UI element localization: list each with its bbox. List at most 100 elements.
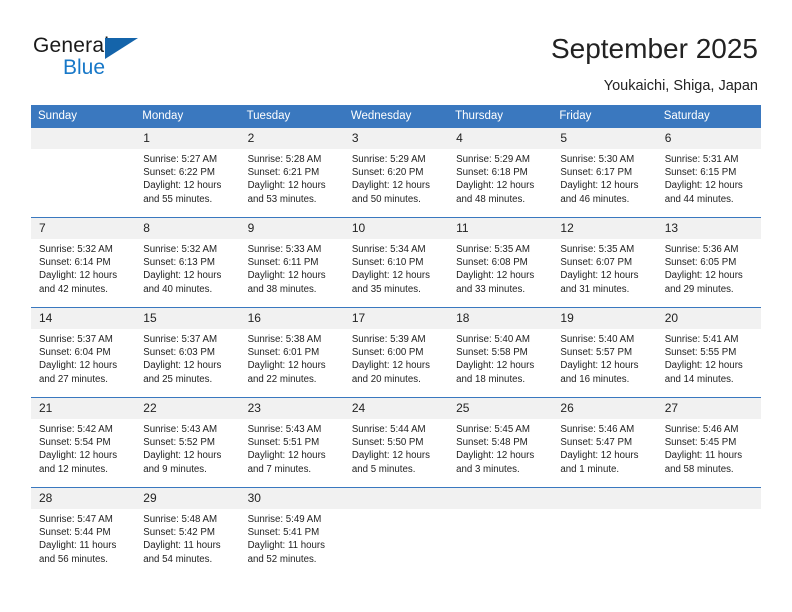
calendar-day-cell[interactable]: 24 Sunrise: 5:44 AM Sunset: 5:50 PM Dayligh… — [343, 397, 449, 488]
sunset-text: Sunset: 5:51 PM — [247, 437, 320, 449]
day-sun-info: Sunrise: 5:29 AM Sunset: 6:20 PM Daylight:… — [344, 149, 448, 206]
calendar-day-cell[interactable]: 2 Sunrise: 5:28 AM Sunset: 6:21 PM Daylight… — [239, 128, 344, 218]
day-number: 10 — [343, 218, 449, 239]
general-blue-logo[interactable]: General Blue — [33, 34, 153, 86]
day-number — [656, 488, 761, 509]
calendar-day-cell[interactable]: 27 Sunrise: 5:46 AM Sunset: 5:45 PM Dayligh… — [656, 397, 761, 488]
calendar-day-cell[interactable]: 1 Sunrise: 5:27 AM Sunset: 6:22 PM Daylight… — [135, 128, 240, 218]
daylight-text-cont: and 14 minutes. — [664, 373, 734, 385]
day-sun-info: Sunrise: 5:46 AM Sunset: 5:45 PM Daylight:… — [657, 419, 761, 476]
calendar-day-cell[interactable]: 8 Sunrise: 5:32 AM Sunset: 6:13 PM Daylight… — [135, 217, 240, 308]
daylight-text-cont: and 18 minutes. — [456, 373, 526, 385]
calendar-day-cell[interactable]: 21 Sunrise: 5:42 AM Sunset: 5:54 PM Dayligh… — [31, 397, 136, 488]
calendar-day-cell[interactable]: 16 Sunrise: 5:38 AM Sunset: 6:01 PM Dayligh… — [239, 307, 344, 398]
sunrise-text: Sunrise: 5:45 AM — [456, 424, 530, 435]
page-header: General Blue September 2025 Youkaichi, S… — [0, 0, 792, 105]
calendar-day-cell[interactable]: 15 Sunrise: 5:37 AM Sunset: 6:03 PM Dayligh… — [135, 307, 240, 398]
daylight-text-cont: and 54 minutes. — [143, 553, 213, 565]
day-sun-info: Sunrise: 5:33 AM Sunset: 6:11 PM Daylight:… — [240, 239, 344, 296]
daylight-text-cont: and 3 minutes. — [456, 463, 520, 475]
sunrise-text: Sunrise: 5:39 AM — [351, 334, 426, 345]
daylight-text-cont: and 16 minutes. — [560, 373, 630, 385]
sunset-text: Sunset: 5:50 PM — [351, 437, 424, 449]
daylight-text-cont: and 58 minutes. — [664, 463, 734, 475]
daylight-text-cont: and 29 minutes. — [664, 283, 734, 295]
daylight-text-cont: and 33 minutes. — [456, 283, 526, 295]
calendar-day-cell[interactable]: 10 Sunrise: 5:34 AM Sunset: 6:10 PM Dayligh… — [343, 217, 449, 308]
calendar-day-cell[interactable]: 4 Sunrise: 5:29 AM Sunset: 6:18 PM Daylight… — [448, 128, 553, 218]
calendar-page: General Blue September 2025 Youkaichi, S… — [0, 0, 792, 612]
sunset-text: Sunset: 6:10 PM — [351, 257, 424, 269]
calendar-day-cell[interactable]: 18 Sunrise: 5:40 AM Sunset: 5:58 PM Dayligh… — [448, 307, 553, 398]
daylight-text: Daylight: 12 hours — [39, 450, 118, 462]
calendar-table: Sunday Monday Tuesday Wednesday Thursday Frid… — [31, 105, 761, 577]
daylight-text-cont: and 38 minutes. — [247, 283, 317, 295]
sunset-text: Sunset: 5:58 PM — [456, 347, 528, 359]
daylight-text-cont: and 48 minutes. — [456, 193, 526, 205]
day-sun-info: Sunrise: 5:31 AM Sunset: 6:15 PM Daylight:… — [657, 149, 761, 206]
daylight-text-cont: and 7 minutes. — [247, 463, 312, 475]
day-number: 25 — [448, 398, 553, 419]
sunrise-text: Sunrise: 5:32 AM — [39, 244, 113, 255]
sunrise-text: Sunrise: 5:37 AM — [143, 334, 218, 345]
sunrise-text: Sunrise: 5:42 AM — [39, 424, 113, 435]
daylight-text: Daylight: 12 hours — [351, 360, 430, 372]
calendar-day-cell[interactable]: 13 Sunrise: 5:36 AM Sunset: 6:05 PM Dayligh… — [656, 217, 761, 308]
calendar-day-cell[interactable]: 25 Sunrise: 5:45 AM Sunset: 5:48 PM Dayligh… — [448, 397, 553, 488]
calendar-day-cell[interactable]: 6 Sunrise: 5:31 AM Sunset: 6:15 PM Daylight… — [656, 128, 761, 218]
daylight-text: Daylight: 11 hours — [247, 540, 325, 552]
calendar-day-cell-empty — [448, 487, 553, 577]
calendar-day-cell[interactable]: 29 Sunrise: 5:48 AM Sunset: 5:42 PM Dayligh… — [135, 487, 240, 577]
daylight-text: Daylight: 12 hours — [456, 360, 535, 372]
calendar-day-cell[interactable]: 17 Sunrise: 5:39 AM Sunset: 6:00 PM Dayligh… — [343, 307, 449, 398]
day-number: 26 — [552, 398, 657, 419]
sunrise-text: Sunrise: 5:48 AM — [143, 514, 218, 525]
daylight-text: Daylight: 12 hours — [664, 270, 743, 282]
day-number: 21 — [31, 398, 136, 419]
sunrise-text: Sunrise: 5:29 AM — [351, 154, 426, 165]
sunset-text: Sunset: 6:03 PM — [143, 347, 215, 359]
sunset-text: Sunset: 6:04 PM — [39, 347, 111, 359]
daylight-text: Daylight: 12 hours — [560, 360, 639, 372]
calendar-day-cell[interactable]: 14 Sunrise: 5:37 AM Sunset: 6:04 PM Dayligh… — [31, 307, 136, 398]
sunset-text: Sunset: 6:01 PM — [247, 347, 320, 359]
logo-text-general: General — [33, 34, 110, 57]
sunset-text: Sunset: 5:44 PM — [39, 527, 111, 539]
calendar-day-cell[interactable]: 22 Sunrise: 5:43 AM Sunset: 5:52 PM Dayligh… — [135, 397, 240, 488]
calendar-day-cell[interactable]: 9 Sunrise: 5:33 AM Sunset: 6:11 PM Daylight… — [239, 217, 344, 308]
sunset-text: Sunset: 6:07 PM — [560, 257, 633, 269]
calendar-day-cell[interactable]: 12 Sunrise: 5:35 AM Sunset: 6:07 PM Dayligh… — [552, 217, 657, 308]
calendar-day-cell[interactable]: 30 Sunrise: 5:49 AM Sunset: 5:41 PM Dayligh… — [239, 487, 344, 577]
calendar-week-row: 14 Sunrise: 5:37 AM Sunset: 6:04 PM Dayligh… — [31, 307, 761, 398]
day-sun-info: Sunrise: 5:29 AM Sunset: 6:18 PM Daylight:… — [448, 149, 552, 206]
calendar-day-cell[interactable]: 7 Sunrise: 5:32 AM Sunset: 6:14 PM Daylight… — [31, 217, 136, 308]
calendar-day-cell[interactable]: 23 Sunrise: 5:43 AM Sunset: 5:51 PM Dayligh… — [239, 397, 344, 488]
day-number: 11 — [448, 218, 553, 239]
calendar-day-cell[interactable]: 26 Sunrise: 5:46 AM Sunset: 5:47 PM Dayligh… — [552, 397, 657, 488]
calendar-day-cell[interactable]: 5 Sunrise: 5:30 AM Sunset: 6:17 PM Daylight… — [552, 128, 657, 218]
sunrise-text: Sunrise: 5:40 AM — [456, 334, 530, 345]
calendar-day-cell[interactable]: 20 Sunrise: 5:41 AM Sunset: 5:55 PM Dayligh… — [656, 307, 761, 398]
calendar-day-cell[interactable]: 3 Sunrise: 5:29 AM Sunset: 6:20 PM Daylight… — [343, 128, 449, 218]
daylight-text-cont: and 31 minutes. — [560, 283, 630, 295]
daylight-text: Daylight: 11 hours — [664, 450, 743, 462]
calendar-week-row: 21 Sunrise: 5:42 AM Sunset: 5:54 PM Dayligh… — [31, 397, 761, 488]
daylight-text: Daylight: 12 hours — [143, 450, 222, 462]
logo-triangle-icon — [105, 38, 138, 59]
daylight-text: Daylight: 12 hours — [39, 360, 118, 372]
daylight-text: Daylight: 12 hours — [560, 450, 639, 462]
day-sun-info: Sunrise: 5:30 AM Sunset: 6:17 PM Daylight:… — [552, 149, 656, 206]
day-number: 2 — [239, 128, 344, 149]
sunrise-text: Sunrise: 5:33 AM — [247, 244, 322, 255]
day-sun-info: Sunrise: 5:49 AM Sunset: 5:41 PM Daylight:… — [240, 509, 344, 566]
daylight-text: Daylight: 12 hours — [247, 360, 326, 372]
calendar-day-cell[interactable]: 19 Sunrise: 5:40 AM Sunset: 5:57 PM Dayligh… — [552, 307, 657, 398]
weekday-header-saturday: Saturday — [656, 105, 761, 128]
sunset-text: Sunset: 6:05 PM — [664, 257, 737, 269]
daylight-text-cont: and 40 minutes. — [143, 283, 213, 295]
sunset-text: Sunset: 6:18 PM — [456, 167, 528, 179]
daylight-text-cont: and 27 minutes. — [39, 373, 108, 385]
day-number: 14 — [31, 308, 136, 329]
calendar-day-cell[interactable]: 11 Sunrise: 5:35 AM Sunset: 6:08 PM Dayligh… — [448, 217, 553, 308]
calendar-day-cell[interactable]: 28 Sunrise: 5:47 AM Sunset: 5:44 PM Dayligh… — [31, 487, 136, 577]
